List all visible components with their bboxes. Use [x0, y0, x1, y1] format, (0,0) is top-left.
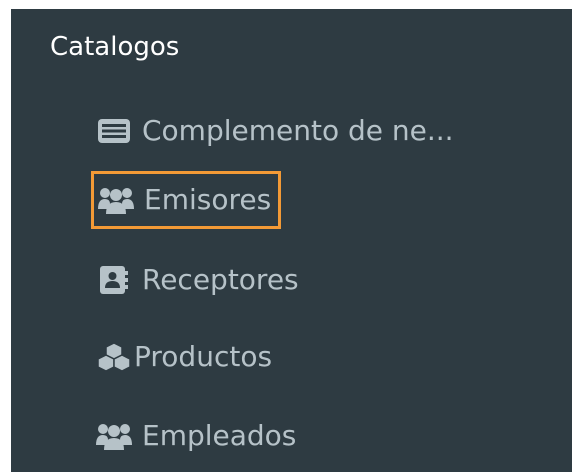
sidebar-item-label: Empleados	[142, 419, 297, 452]
users-icon	[96, 418, 132, 454]
list-card-icon	[96, 113, 132, 149]
sidebar-item-label: Complemento de ne...	[142, 114, 454, 147]
sidebar-item-label: Receptores	[142, 263, 299, 296]
sidebar-item-emisores[interactable]: Emisores	[90, 171, 282, 229]
sidebar-item-label: Productos	[134, 340, 273, 373]
cubes-icon	[96, 339, 132, 375]
section-title-catalogos: Catalogos	[50, 32, 180, 62]
sidebar-item-empleados[interactable]: Empleados	[96, 411, 296, 461]
sidebar-item-receptores[interactable]: Receptores	[96, 255, 299, 305]
sidebar-item-productos[interactable]: Productos	[96, 332, 272, 382]
sidebar-item-complemento[interactable]: Complemento de ne...	[96, 106, 454, 156]
sidebar-panel: Catalogos Complemento de ne... Emisores …	[11, 9, 572, 472]
address-book-icon	[96, 262, 132, 298]
users-icon	[98, 182, 134, 218]
sidebar-item-label: Emisores	[144, 183, 272, 216]
